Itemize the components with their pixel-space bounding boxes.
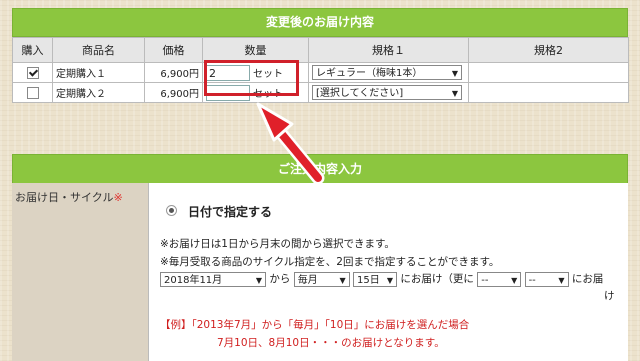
date-radio[interactable] <box>166 205 177 216</box>
table-row: 定期購入２ 6,900円 セット [選択してください] ▼ <box>12 82 629 103</box>
extra-select-2[interactable]: -- ▼ <box>524 271 569 287</box>
text-deliver-3: け <box>604 290 615 302</box>
chevron-down-icon: ▼ <box>511 275 518 285</box>
chevron-down-icon: ▼ <box>451 89 458 98</box>
col-header-product: 商品名 <box>52 37 145 63</box>
table-row: 定期購入１ 6,900円 2 セット レギュラー（梅味1本） ▼ <box>12 62 629 83</box>
spec2-cell <box>468 62 629 83</box>
month-select-value: 2018年11月 <box>164 274 223 286</box>
product-price: 6,900円 <box>144 62 203 83</box>
col-header-price: 価格 <box>144 37 203 63</box>
example-line-2: 7月10日、8月10日・・・のお届けとなります。 <box>217 337 445 349</box>
cycle-select[interactable]: 毎月 ▼ <box>293 271 350 287</box>
spec2-cell <box>468 82 629 103</box>
spec1-value: レギュラー（梅味1本） <box>316 68 423 79</box>
col-header-purchase: 購入 <box>12 37 53 63</box>
extra-select-1[interactable]: -- ▼ <box>477 271 522 287</box>
product-name: 定期購入１ <box>52 62 145 83</box>
change-section-title: 変更後のお届け内容 <box>12 8 628 37</box>
date-radio-label: 日付で指定する <box>188 205 273 219</box>
day-select[interactable]: 15日 ▼ <box>353 271 398 287</box>
col-header-qty: 数量 <box>202 37 309 63</box>
note-delivery-range: ※お届け日は1日から月末の間から選択できます。 <box>160 238 395 250</box>
text-deliver: にお届け（更に <box>400 273 474 285</box>
cycle-select-value: 毎月 <box>297 274 318 286</box>
purchase-checkbox[interactable] <box>26 86 39 99</box>
items-table: 購入 商品名 価格 数量 規格１ 規格2 定期購入１ 6,900円 2 セット レ… <box>12 37 629 103</box>
spec1-select[interactable]: [選択してください] ▼ <box>312 85 462 100</box>
delivery-label-cell: お届け日・サイクル※ <box>12 183 149 361</box>
text-from: から <box>269 273 291 285</box>
col-header-spec1: 規格１ <box>308 37 469 63</box>
chevron-down-icon: ▼ <box>451 69 458 78</box>
product-name: 定期購入２ <box>52 82 145 103</box>
extra-select-2-value: -- <box>528 274 536 286</box>
month-select[interactable]: 2018年11月 ▼ <box>160 271 266 287</box>
product-price: 6,900円 <box>144 82 203 103</box>
col-header-spec2: 規格2 <box>468 37 629 63</box>
spec1-select[interactable]: レギュラー（梅味1本） ▼ <box>312 65 462 80</box>
chevron-down-icon: ▼ <box>386 275 394 285</box>
purchase-checkbox[interactable] <box>26 66 39 79</box>
chevron-down-icon: ▼ <box>558 275 565 285</box>
text-deliver-2: にお届 <box>571 273 604 285</box>
order-section-title: ご注文内容入力 <box>12 154 628 184</box>
change-section: 変更後のお届け内容 購入 商品名 価格 数量 規格１ 規格2 定期購入１ 6,9… <box>12 8 629 103</box>
required-mark: ※ <box>113 191 123 204</box>
spec1-value: [選択してください] <box>316 88 404 99</box>
delivery-label: お届け日・サイクル <box>15 191 114 204</box>
day-select-value: 15日 <box>357 274 380 286</box>
table-header-row: 購入 商品名 価格 数量 規格１ 規格2 <box>12 37 629 63</box>
delivery-input-cell: 日付で指定する ※お届け日は1日から月末の間から選択できます。 ※毎月受取る商品… <box>149 183 628 361</box>
cycle-row: 2018年11月 ▼ から 毎月 ▼ 15日 ▼ にお届け（更に -- ▼ -- ▼ にお… <box>160 271 603 287</box>
example-line-1: 【例】「2013年7月」から「毎月」「10日」にお届けを選んだ場合 <box>160 319 470 331</box>
note-cycle: ※毎月受取る商品のサイクル指定を、2回まで指定することができます。 <box>160 256 500 268</box>
order-section: ご注文内容入力 お届け日・サイクル※ 日付で指定する ※お届け日は1日から月末の… <box>12 154 628 361</box>
extra-select-1-value: -- <box>481 274 489 286</box>
chevron-down-icon: ▼ <box>339 275 346 285</box>
chevron-down-icon: ▼ <box>255 275 262 285</box>
quantity-highlight-box <box>204 60 299 96</box>
